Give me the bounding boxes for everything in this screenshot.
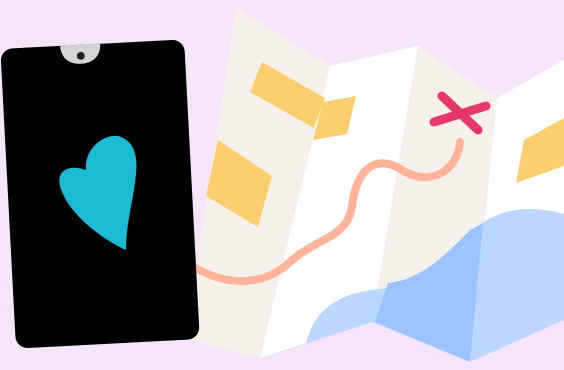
folded-map-icon	[185, 8, 564, 362]
illustration-scene	[0, 0, 564, 370]
map-phone-illustration	[0, 8, 564, 362]
